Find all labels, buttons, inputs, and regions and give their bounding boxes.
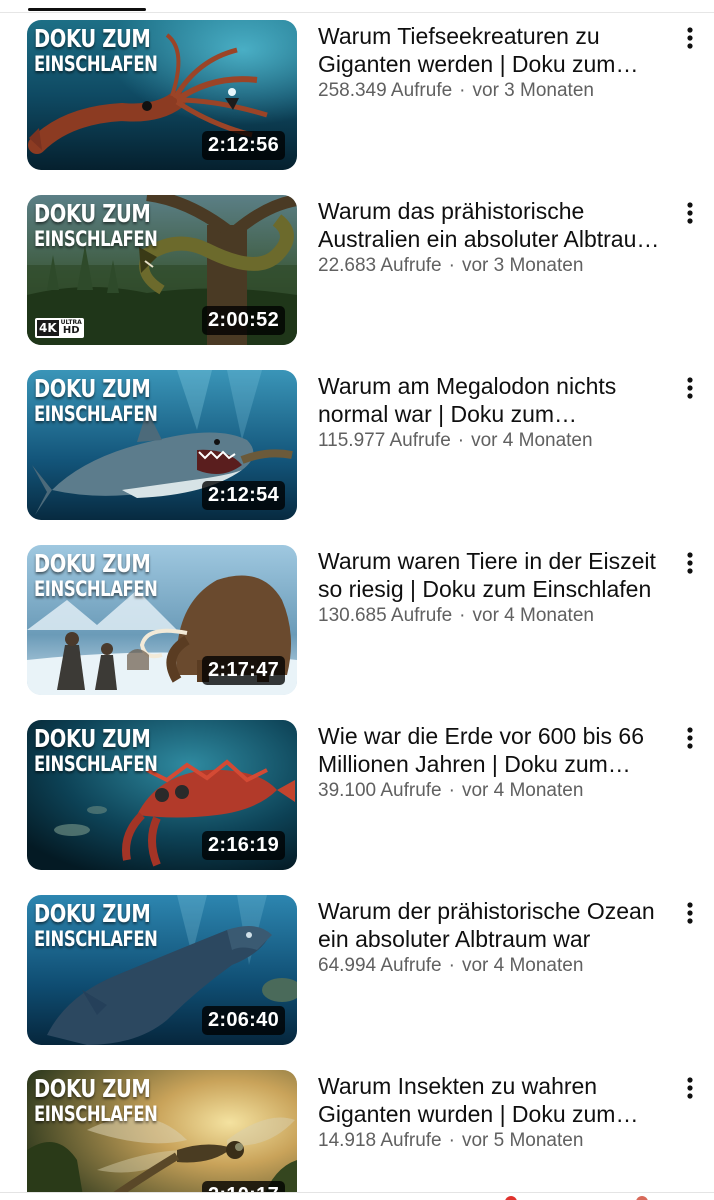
video-list-screen: DOKU ZUM EINSCHLAFEN 2:12:56 Warum Tiefs… [0,0,714,1200]
upload-age: vor 4 Monaten [472,605,594,626]
more-vert-icon [687,377,693,399]
duration-badge: 2:16:19 [201,831,285,860]
top-divider [0,12,714,13]
video-meta: 14.918 Aufrufe · vor 5 Monaten [318,1128,670,1154]
upload-age: vor 3 Monaten [472,80,594,101]
thumbnail-title: DOKU ZUM EINSCHLAFEN [34,24,158,76]
more-options-button[interactable] [676,199,704,227]
bottom-navigation-bar [0,1192,714,1200]
meta-separator: · [459,605,466,626]
duration-badge: 2:17:47 [201,656,285,685]
video-thumbnail[interactable]: DOKU ZUM EINSCHLAFEN 2:12:54 [27,370,297,520]
video-thumbnail[interactable]: DOKU ZUM EINSCHLAFEN 2:16:19 [27,720,297,870]
meta-separator: · [448,1130,455,1151]
video-meta: 22.683 Aufrufe · vor 3 Monaten [318,253,670,279]
meta-separator: · [448,255,455,276]
video-item[interactable]: DOKU ZUM EINSCHLAFEN 2:12:56 Warum Tiefs… [0,20,714,170]
view-count: 115.977 Aufrufe [318,430,451,451]
more-options-button[interactable] [676,724,704,752]
view-count: 39.100 Aufrufe [318,780,442,801]
video-info[interactable]: Warum Tiefseekreaturen zu Giganten werde… [318,22,670,104]
thumbnail-title: DOKU ZUM EINSCHLAFEN [34,199,158,251]
meta-separator: · [448,780,455,801]
video-meta: 130.685 Aufrufe · vor 4 Monaten [318,603,670,629]
video-info[interactable]: Warum das prähistorische Australien ein … [318,197,670,279]
video-thumbnail[interactable]: DOKU ZUM EINSCHLAFEN 4K ULTRA HD 2:00:52 [27,195,297,345]
video-meta: 39.100 Aufrufe · vor 4 Monaten [318,778,670,804]
duration-badge: 2:12:56 [201,131,285,160]
view-count: 14.918 Aufrufe [318,1130,442,1151]
video-meta: 115.977 Aufrufe · vor 4 Monaten [318,428,670,454]
ultra-hd-label: ULTRA HD [61,320,82,336]
duration-badge: 2:06:40 [201,1006,285,1035]
video-title[interactable]: Warum Insekten zu wahren Giganten wurden… [318,1072,670,1128]
video-meta: 64.994 Aufrufe · vor 4 Monaten [318,953,670,979]
tab-indicator [28,8,146,11]
video-info[interactable]: Warum am Megalodon nichts normal war | D… [318,372,670,454]
thumbnail-title: DOKU ZUM EINSCHLAFEN [34,549,158,601]
more-vert-icon [687,27,693,49]
more-vert-icon [687,202,693,224]
video-item[interactable]: DOKU ZUM EINSCHLAFEN 2:17:47 Warum waren… [0,545,714,695]
4k-ultra-hd-badge: 4K ULTRA HD [35,318,84,338]
video-thumbnail[interactable]: DOKU ZUM EINSCHLAFEN 2:17:47 [27,545,297,695]
upload-age: vor 5 Monaten [461,1130,584,1151]
more-options-button[interactable] [676,374,704,402]
video-title[interactable]: Warum Tiefseekreaturen zu Giganten werde… [318,22,670,78]
more-vert-icon [687,727,693,749]
duration-badge: 2:00:52 [201,306,285,335]
view-count: 130.685 Aufrufe [318,605,453,626]
view-count: 258.349 Aufrufe [318,80,453,101]
video-title[interactable]: Warum der prähistorische Ozean ein absol… [318,897,670,953]
duration-badge: 2:12:54 [201,481,285,510]
video-title[interactable]: Warum am Megalodon nichts normal war | D… [318,372,670,428]
video-title[interactable]: Warum das prähistorische Australien ein … [318,197,670,253]
upload-age: vor 4 Monaten [461,955,584,976]
more-options-button[interactable] [676,1074,704,1102]
more-vert-icon [687,1077,693,1099]
more-options-button[interactable] [676,899,704,927]
more-vert-icon [687,902,693,924]
more-options-button[interactable] [676,24,704,52]
video-item[interactable]: DOKU ZUM EINSCHLAFEN 2:06:40 Warum der p… [0,895,714,1045]
thumbnail-title: DOKU ZUM EINSCHLAFEN [34,899,158,951]
nav-avatar-edge [636,1196,648,1200]
meta-separator: · [457,430,465,451]
video-item[interactable]: DOKU ZUM EINSCHLAFEN 2:16:19 Wie war die… [0,720,714,870]
upload-age: vor 4 Monaten [461,780,584,801]
video-title[interactable]: Warum waren Tiere in der Eiszeit so ries… [318,547,670,603]
more-vert-icon [687,552,693,574]
hd-label: HD [62,325,80,336]
more-options-button[interactable] [676,549,704,577]
video-meta: 258.349 Aufrufe · vor 3 Monaten [318,78,670,104]
meta-separator: · [459,80,466,101]
video-info[interactable]: Warum der prähistorische Ozean ein absol… [318,897,670,979]
video-item[interactable]: DOKU ZUM EINSCHLAFEN 2:10:17 Warum Insek… [0,1070,714,1200]
4k-label: 4K [37,320,59,336]
video-title[interactable]: Wie war die Erde vor 600 bis 66 Millione… [318,722,670,778]
thumbnail-title: DOKU ZUM EINSCHLAFEN [34,724,158,776]
upload-age: vor 3 Monaten [461,255,584,276]
video-thumbnail[interactable]: DOKU ZUM EINSCHLAFEN 2:10:17 [27,1070,297,1200]
meta-separator: · [448,955,455,976]
view-count: 22.683 Aufrufe [318,255,442,276]
thumbnail-title: DOKU ZUM EINSCHLAFEN [34,1074,158,1126]
upload-age: vor 4 Monaten [471,430,593,451]
thumbnail-title: DOKU ZUM EINSCHLAFEN [34,374,158,426]
video-item[interactable]: DOKU ZUM EINSCHLAFEN 2:12:54 Warum am Me… [0,370,714,520]
nav-red-indicator [505,1196,517,1200]
video-info[interactable]: Warum waren Tiere in der Eiszeit so ries… [318,547,670,629]
video-info[interactable]: Wie war die Erde vor 600 bis 66 Millione… [318,722,670,804]
video-thumbnail[interactable]: DOKU ZUM EINSCHLAFEN 2:06:40 [27,895,297,1045]
video-info[interactable]: Warum Insekten zu wahren Giganten wurden… [318,1072,670,1154]
video-item[interactable]: DOKU ZUM EINSCHLAFEN 4K ULTRA HD 2:00:52… [0,195,714,345]
video-thumbnail[interactable]: DOKU ZUM EINSCHLAFEN 2:12:56 [27,20,297,170]
view-count: 64.994 Aufrufe [318,955,442,976]
